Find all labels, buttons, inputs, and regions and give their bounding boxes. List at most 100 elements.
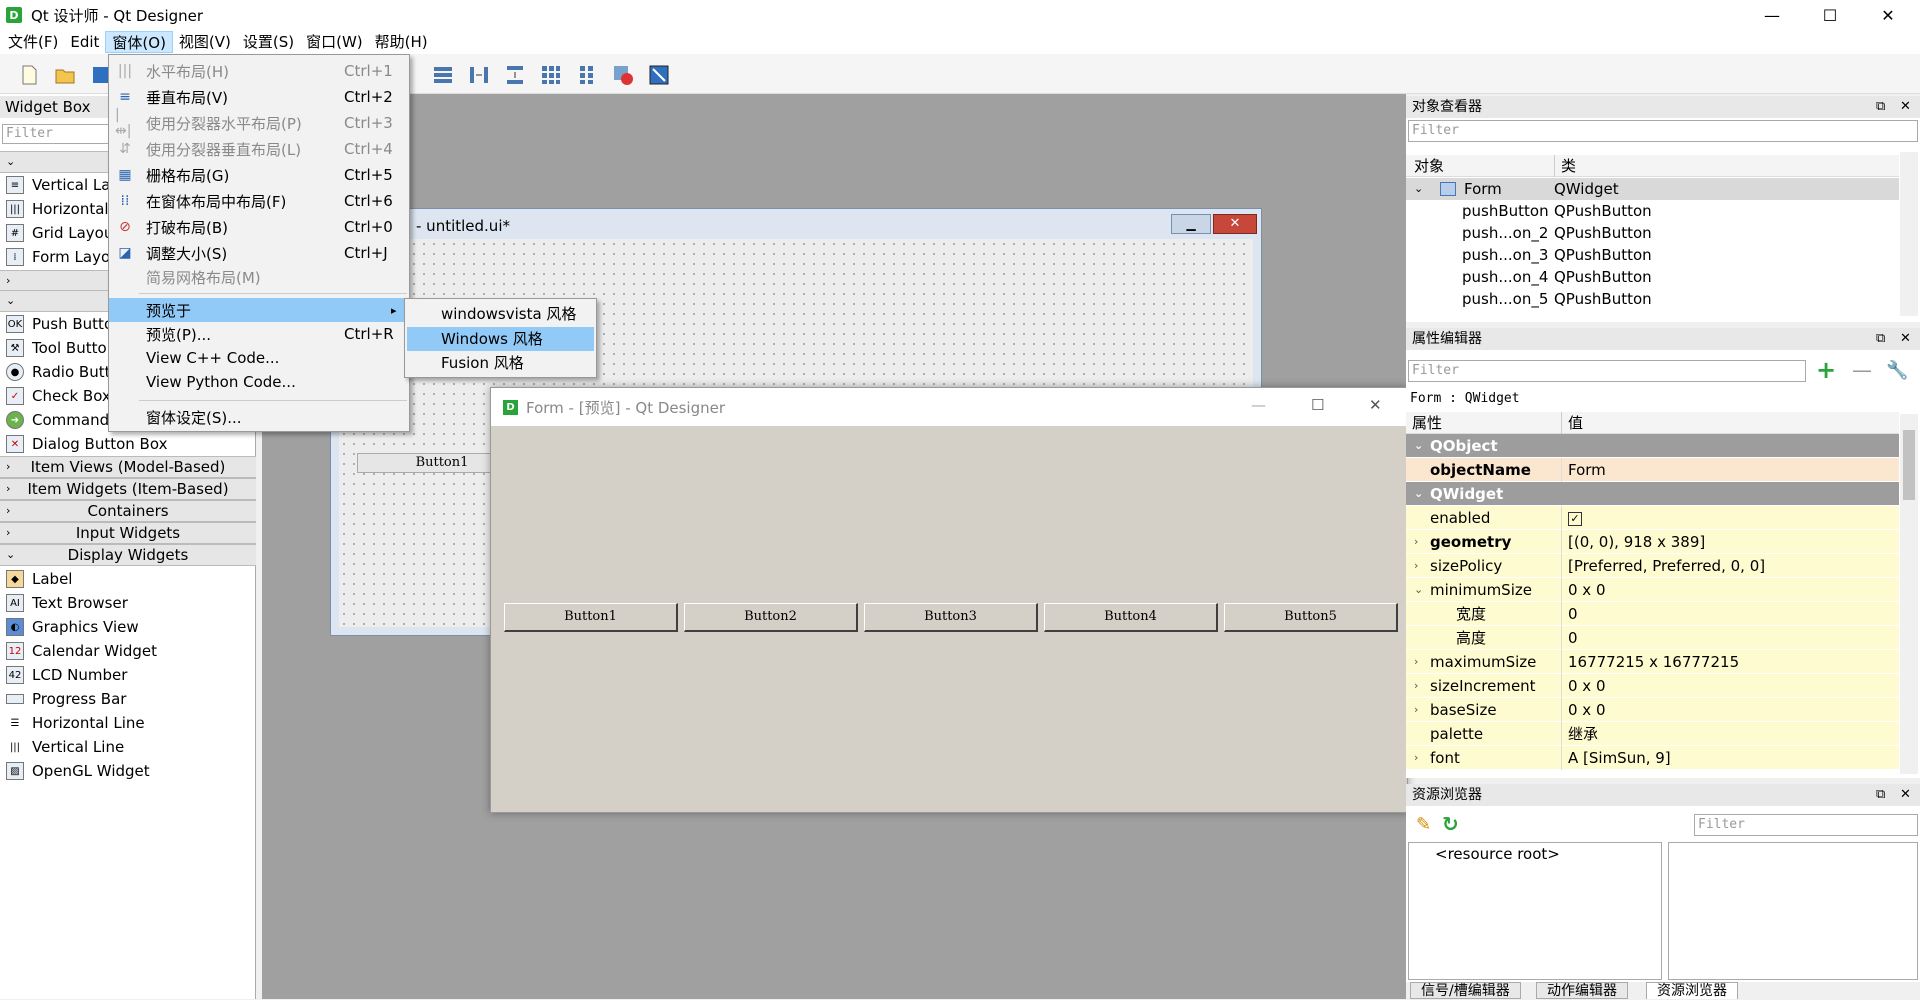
property-value[interactable]: A [SimSun, 9] <box>1561 746 1899 770</box>
expand-icon[interactable]: › <box>1414 674 1418 698</box>
style-windows[interactable]: Windows 风格 <box>407 327 594 351</box>
close-icon[interactable]: ✕ <box>1900 328 1911 350</box>
category-display-widgets[interactable]: ⌄ Display Widgets <box>0 544 256 566</box>
property-row[interactable]: 高度 0 <box>1406 626 1899 650</box>
close-icon[interactable]: ✕ <box>1900 96 1911 118</box>
splitter-vertical-icon[interactable] <box>504 64 526 86</box>
widget-dialog-button-box[interactable]: ✕ Dialog Button Box <box>0 432 256 456</box>
preview-maximize-icon[interactable]: ☐ <box>1311 396 1324 414</box>
form-close-icon[interactable]: ✕ <box>1213 214 1257 234</box>
expand-icon[interactable]: › <box>1414 746 1418 770</box>
object-row[interactable]: pushButton QPushButton <box>1406 200 1899 222</box>
widget-label[interactable]: ◆ Label <box>0 567 256 591</box>
widget-box-filter-input[interactable]: Filter <box>2 124 110 144</box>
property-row[interactable]: 宽度 0 <box>1406 602 1899 626</box>
menu-item-vertical-layout[interactable]: ≡ 垂直布局(V) Ctrl+2 <box>109 85 409 109</box>
enabled-checkbox[interactable]: ✓ <box>1568 511 1582 526</box>
widget-lcd-number[interactable]: 42 LCD Number <box>0 663 256 687</box>
new-file-icon[interactable] <box>18 64 40 86</box>
preview-button-3[interactable]: Button3 <box>864 603 1038 632</box>
menu-window[interactable]: 窗口(W) <box>300 31 369 53</box>
widget-horizontal-line[interactable]: ☰ Horizontal Line <box>0 711 256 735</box>
menu-item-preview-in[interactable]: 预览于 ▸ <box>109 298 409 322</box>
property-value[interactable]: 16777215 x 16777215 <box>1561 650 1899 674</box>
add-property-icon[interactable]: + <box>1816 358 1836 382</box>
resource-tree[interactable]: <resource root> <box>1408 842 1662 980</box>
menu-item-adjust-size[interactable]: ◪ 调整大小(S) Ctrl+J <box>109 241 409 265</box>
property-row[interactable]: ⌄ QWidget <box>1406 482 1899 506</box>
expand-icon[interactable]: ⌄ <box>1414 578 1423 602</box>
open-folder-icon[interactable] <box>54 64 76 86</box>
preview-button-2[interactable]: Button2 <box>684 603 858 632</box>
preview-button-4[interactable]: Button4 <box>1044 603 1218 632</box>
resource-filter-input[interactable]: Filter <box>1694 814 1918 836</box>
close-button[interactable]: ✕ <box>1859 0 1917 30</box>
preview-minimize-icon[interactable]: — <box>1251 396 1266 414</box>
menu-item-horizontal-layout[interactable]: ||| 水平布局(H) Ctrl+1 <box>109 59 409 83</box>
property-row[interactable]: palette 继承 <box>1406 722 1899 746</box>
object-row[interactable]: push...on_5 QPushButton <box>1406 288 1899 310</box>
menu-file[interactable]: 文件(F) <box>2 31 64 53</box>
maximize-button[interactable]: ☐ <box>1801 0 1859 30</box>
property-value[interactable]: ✓ <box>1561 506 1899 530</box>
menu-item-break-layout[interactable]: ⊘ 打破布局(B) Ctrl+0 <box>109 215 409 239</box>
menu-item-view-python[interactable]: View Python Code... <box>109 370 409 394</box>
menu-item-grid-layout[interactable]: ▦ 栅格布局(G) Ctrl+5 <box>109 163 409 187</box>
grid-layout-icon[interactable] <box>540 64 562 86</box>
property-row[interactable]: ⌄ QObject <box>1406 434 1899 458</box>
menu-item-view-cpp[interactable]: View C++ Code... <box>109 346 409 370</box>
category-containers[interactable]: › Containers <box>0 500 256 522</box>
widget-vertical-line[interactable]: ||| Vertical Line <box>0 735 256 759</box>
property-row[interactable]: › sizePolicy [Preferred, Preferred, 0, 0] <box>1406 554 1899 578</box>
widget-graphics-view[interactable]: ◐ Graphics View <box>0 615 256 639</box>
expand-icon[interactable]: ⌄ <box>1414 482 1423 506</box>
category-input-widgets[interactable]: › Input Widgets <box>0 522 256 544</box>
adjust-size-icon[interactable] <box>648 64 670 86</box>
menu-item-preview[interactable]: 预览(P)... Ctrl+R <box>109 322 409 346</box>
property-value[interactable]: 0 x 0 <box>1561 674 1899 698</box>
object-row[interactable]: push...on_2 QPushButton <box>1406 222 1899 244</box>
tab-signal-slot-editor[interactable]: 信号/槽编辑器 <box>1410 982 1521 999</box>
property-scrollbar[interactable] <box>1900 414 1918 774</box>
configure-icon[interactable]: 🔧 <box>1886 360 1908 381</box>
property-value[interactable]: 0 x 0 <box>1561 698 1899 722</box>
menu-help[interactable]: 帮助(H) <box>369 31 434 53</box>
widget-text-browser[interactable]: AI Text Browser <box>0 591 256 615</box>
float-icon[interactable]: ⧉ <box>1876 328 1885 350</box>
object-row[interactable]: push...on_3 QPushButton <box>1406 244 1899 266</box>
category-item-views[interactable]: › Item Views (Model-Based) <box>0 456 256 478</box>
form-minimize-icon[interactable]: ▁ <box>1171 214 1211 234</box>
property-scrollbar-thumb[interactable] <box>1903 430 1915 500</box>
splitter-horizontal-icon[interactable] <box>468 64 490 86</box>
menu-item-splitter-horizontal[interactable]: |⇹| 使用分裂器水平布局(P) Ctrl+3 <box>109 107 409 139</box>
close-icon[interactable]: ✕ <box>1900 784 1911 806</box>
menu-view[interactable]: 视图(V) <box>173 31 237 53</box>
preview-window[interactable]: D Form - [预览] - Qt Designer — ☐ ✕ Button… <box>490 387 1408 813</box>
object-row-form[interactable]: ⌄ Form QWidget <box>1406 178 1899 200</box>
object-scrollbar[interactable] <box>1900 152 1918 316</box>
widget-progress-bar[interactable]: Progress Bar <box>0 687 256 711</box>
property-row[interactable]: › maximumSize 16777215 x 16777215 <box>1406 650 1899 674</box>
property-value[interactable]: [Preferred, Preferred, 0, 0] <box>1561 554 1899 578</box>
edit-resources-icon[interactable]: ✎ <box>1416 814 1431 835</box>
property-value[interactable]: 继承 <box>1561 722 1899 746</box>
preview-button-5[interactable]: Button5 <box>1224 603 1398 632</box>
menu-item-form-layout[interactable]: ⁞⁞ 在窗体布局中布局(F) Ctrl+6 <box>109 189 409 213</box>
resource-root[interactable]: <resource root> <box>1435 845 1560 863</box>
menu-edit[interactable]: Edit <box>64 31 105 53</box>
form-layout-icon[interactable] <box>576 64 598 86</box>
property-row[interactable]: › baseSize 0 x 0 <box>1406 698 1899 722</box>
expand-icon[interactable]: › <box>1414 650 1418 674</box>
property-value[interactable]: 0 x 0 <box>1561 578 1899 602</box>
property-row[interactable]: › geometry [(0, 0), 918 x 389] <box>1406 530 1899 554</box>
float-icon[interactable]: ⧉ <box>1876 784 1885 806</box>
menu-item-splitter-vertical[interactable]: ⇵ 使用分裂器垂直布局(L) Ctrl+4 <box>109 137 409 161</box>
menu-form[interactable]: 窗体(O) <box>105 31 173 53</box>
preview-button-1[interactable]: Button1 <box>504 603 678 632</box>
preview-close-icon[interactable]: ✕ <box>1369 396 1382 414</box>
property-row[interactable]: ⌄ minimumSize 0 x 0 <box>1406 578 1899 602</box>
property-row[interactable]: › font A [SimSun, 9] <box>1406 746 1899 770</box>
property-value[interactable]: [(0, 0), 918 x 389] <box>1561 530 1899 554</box>
object-filter-input[interactable]: Filter <box>1408 120 1918 142</box>
tab-resource-browser[interactable]: 资源浏览器 <box>1646 982 1738 999</box>
